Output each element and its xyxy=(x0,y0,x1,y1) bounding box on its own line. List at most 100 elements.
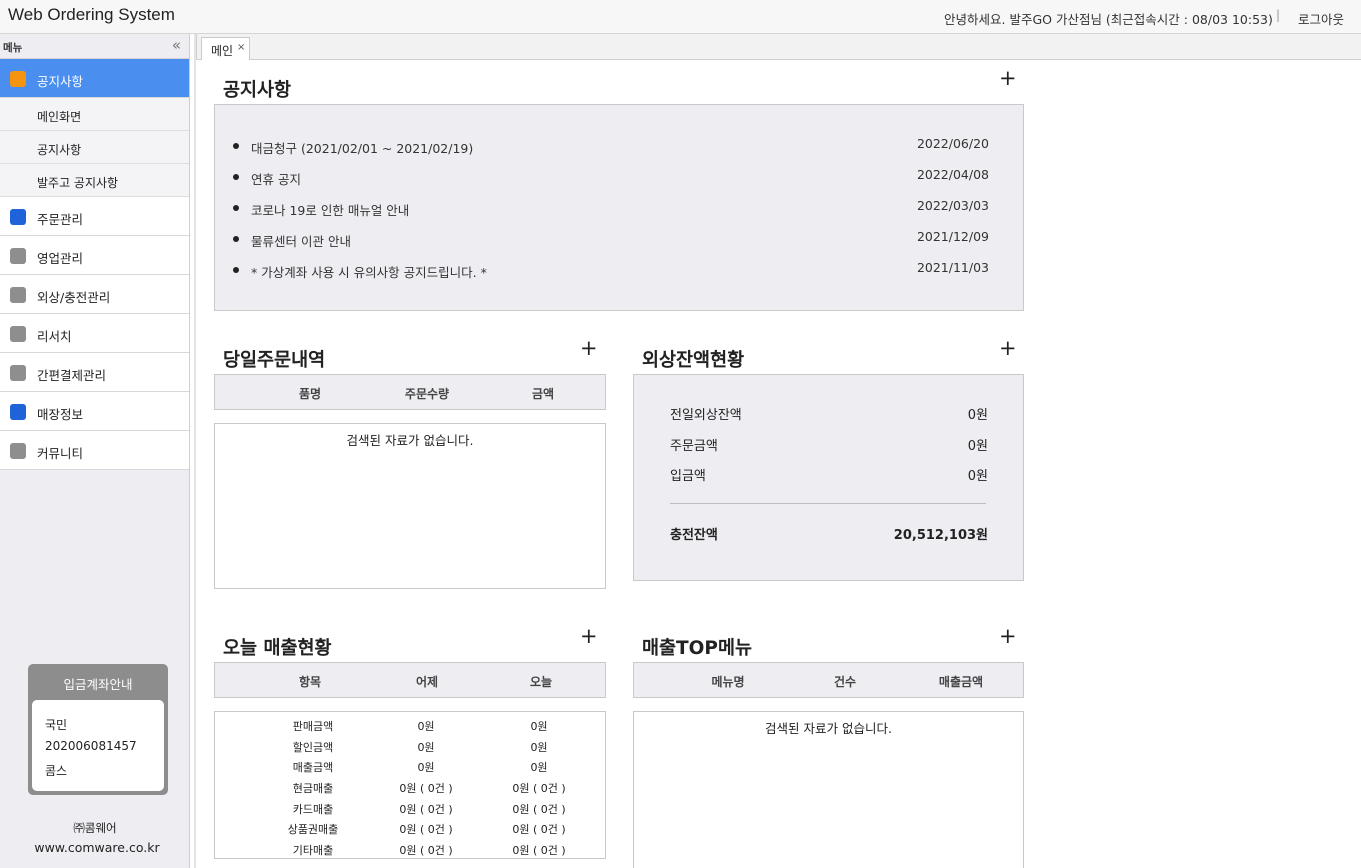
today-sales-more-icon[interactable]: + xyxy=(580,626,598,647)
sidebar-item-easy-payment[interactable]: 간편결제관리 xyxy=(0,353,189,392)
sidebar-item-order-management[interactable]: 주문관리 xyxy=(0,197,189,236)
balance-label: 입금액 xyxy=(670,469,706,484)
submenu-item-balju-notice[interactable]: 발주고 공지사항 xyxy=(0,164,189,197)
empty-message: 검색된 자료가 없습니다. xyxy=(765,721,892,736)
close-tab-icon[interactable]: × xyxy=(237,42,245,53)
sales-item: 기타매출 xyxy=(292,844,334,857)
column-header: 메뉴명 xyxy=(711,675,745,689)
submenu-item-notice[interactable]: 공지사항 xyxy=(0,131,189,164)
table-row: 카드매출 0원 ( 0건 ) 0원 ( 0건 ) xyxy=(215,801,605,821)
today-sales-table: 판매금액 0원 0원 할인금액 0원 0원 매출금액 0원 0원 현금매출 0원… xyxy=(214,711,606,859)
empty-message: 검색된 자료가 없습니다. xyxy=(346,433,474,448)
notice-title-link[interactable]: * 가상계좌 사용 시 유의사항 공지드립니다. * xyxy=(251,262,487,281)
tab-main[interactable]: 메인 × xyxy=(201,37,250,60)
sales-yesterday: 0원 ( 0건 ) xyxy=(399,803,453,816)
today-orders-more-icon[interactable]: + xyxy=(580,338,598,359)
column-header: 품명 xyxy=(298,387,322,401)
notice-title-link[interactable]: 연휴 공지 xyxy=(251,169,301,188)
today-orders-list: 검색된 자료가 없습니다. xyxy=(214,423,606,589)
deposit-account-title: 입금계좌안내 xyxy=(63,677,133,692)
sidebar-item-research[interactable]: 리서치 xyxy=(0,314,189,353)
today-sales-title: 오늘 매출현황 xyxy=(223,638,332,659)
company-url: www.comware.co.kr xyxy=(34,840,160,855)
sidebar-item-label: 매장정보 xyxy=(37,407,84,422)
balance-label: 주문금액 xyxy=(670,439,718,454)
sales-item: 현금매출 xyxy=(292,782,334,795)
notice-section-title: 공지사항 xyxy=(223,80,292,101)
notice-date: 2022/06/20 xyxy=(916,136,989,151)
sidebar-item-label: 외상/충전관리 xyxy=(37,290,111,305)
table-row: 할인금액 0원 0원 xyxy=(215,739,605,759)
collapse-sidebar-icon[interactable]: « xyxy=(172,36,181,54)
column-header: 금액 xyxy=(531,387,555,401)
sidebar-item-store-info[interactable]: 매장정보 xyxy=(0,392,189,431)
submenu-item-main[interactable]: 메인화면 xyxy=(0,98,189,131)
sales-today: 0원 ( 0건 ) xyxy=(512,782,566,795)
account-holder: 콤스 xyxy=(45,764,68,778)
bullet-icon xyxy=(233,205,239,211)
column-header: 항목 xyxy=(298,675,322,689)
deposit-account-details: 국민 202006081457 콤스 xyxy=(32,700,164,791)
sidebar-item-notice[interactable]: 공지사항 xyxy=(0,59,189,98)
notice-more-icon[interactable]: + xyxy=(999,68,1017,89)
today-sales-header: 항목 어제 오늘 xyxy=(214,662,606,698)
credit-balance-more-icon[interactable]: + xyxy=(999,338,1017,359)
sidebar-item-community[interactable]: 커뮤니티 xyxy=(0,431,189,470)
sidebar-item-label: 리서치 xyxy=(37,329,72,344)
header-separator: | xyxy=(1276,8,1281,22)
table-row: 현금매출 0원 ( 0건 ) 0원 ( 0건 ) xyxy=(215,780,605,800)
sales-item: 판매금액 xyxy=(292,720,334,733)
column-header: 매출금액 xyxy=(938,675,984,689)
credit-balance-panel: 전일외상잔액 0원 주문금액 0원 입금액 0원 충전잔액 20,512,103… xyxy=(633,374,1024,581)
menu-square-icon xyxy=(10,326,26,342)
deposit-account-box: 입금계좌안내 국민 202006081457 콤스 xyxy=(28,664,168,795)
sales-yesterday: 0원 ( 0건 ) xyxy=(399,844,453,857)
balance-value: 0원 xyxy=(967,469,988,484)
sidebar-item-credit-charge[interactable]: 외상/충전관리 xyxy=(0,275,189,314)
sidebar-title: 메뉴 xyxy=(3,42,23,54)
table-row: 상품권매출 0원 ( 0건 ) 0원 ( 0건 ) xyxy=(215,821,605,841)
sales-yesterday: 0원 ( 0건 ) xyxy=(399,782,453,795)
sales-today: 0원 xyxy=(530,720,548,733)
sales-today: 0원 xyxy=(530,741,548,754)
notice-title-link[interactable]: 대금청구 (2021/02/01 ~ 2021/02/19) xyxy=(251,138,473,157)
bullet-icon xyxy=(233,143,239,149)
tab-bar: 메인 × xyxy=(196,34,1361,60)
bullet-icon xyxy=(233,267,239,273)
column-header: 어제 xyxy=(415,675,439,689)
notice-item: 코로나 19로 인한 매뉴얼 안내 2022/03/03 xyxy=(215,198,1023,220)
balance-value: 0원 xyxy=(967,439,988,454)
sales-item: 할인금액 xyxy=(292,741,334,754)
logout-button[interactable]: 로그아웃 xyxy=(1298,9,1344,28)
column-header: 주문수량 xyxy=(404,387,450,401)
sidebar-item-sales-management[interactable]: 영업관리 xyxy=(0,236,189,275)
sidebar-item-label: 영업관리 xyxy=(37,251,84,266)
balance-total-label: 충전잔액 xyxy=(670,528,718,543)
submenu-label: 공지사항 xyxy=(37,143,82,157)
sidebar-splitter[interactable] xyxy=(194,34,196,868)
notice-title-link[interactable]: 코로나 19로 인한 매뉴얼 안내 xyxy=(251,200,409,219)
submenu-label: 발주고 공지사항 xyxy=(37,176,119,190)
sales-yesterday: 0원 xyxy=(417,720,435,733)
top-menu-header: 메뉴명 건수 매출금액 xyxy=(633,662,1024,698)
notice-panel: 대금청구 (2021/02/01 ~ 2021/02/19) 2022/06/2… xyxy=(214,104,1024,311)
notice-title-link[interactable]: 물류센터 이관 안내 xyxy=(251,231,351,250)
table-row: 매출금액 0원 0원 xyxy=(215,759,605,779)
sidebar: 메뉴 « 공지사항 메인화면 공지사항 발주고 공지사항 주문관리 영업관리 외… xyxy=(0,34,190,868)
account-number: 202006081457 xyxy=(45,739,137,753)
notice-item: 대금청구 (2021/02/01 ~ 2021/02/19) 2022/06/2… xyxy=(215,136,1023,158)
sales-yesterday: 0원 xyxy=(417,741,435,754)
notice-item: * 가상계좌 사용 시 유의사항 공지드립니다. * 2021/11/03 xyxy=(215,260,1023,282)
sales-today: 0원 ( 0건 ) xyxy=(512,803,566,816)
menu-square-icon xyxy=(10,404,26,420)
sales-item: 매출금액 xyxy=(292,761,334,774)
today-orders-header: 품명 주문수량 금액 xyxy=(214,374,606,410)
balance-divider xyxy=(670,503,986,504)
top-menu-more-icon[interactable]: + xyxy=(999,626,1017,647)
sidebar-item-label: 공지사항 xyxy=(37,74,84,89)
user-greeting: 안녕하세요. 발주GO 가산점님 (최근접속시간 : 08/03 10:53) xyxy=(944,12,1273,27)
column-header: 건수 xyxy=(833,675,857,689)
sidebar-header: 메뉴 « xyxy=(0,34,189,59)
sales-today: 0원 ( 0건 ) xyxy=(512,823,566,836)
submenu-label: 메인화면 xyxy=(37,110,82,124)
